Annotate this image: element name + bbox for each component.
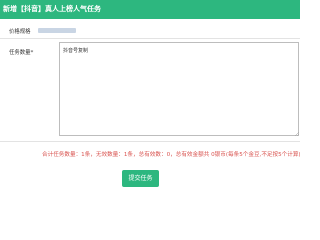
row-divider xyxy=(0,141,300,142)
resize-grip-icon[interactable] xyxy=(294,131,299,136)
quantity-label: 任务数量* xyxy=(9,50,34,56)
dialog-title: 新增【抖音】真人上榜人气任务 xyxy=(0,0,300,19)
price-label: 价格规格 xyxy=(9,29,31,35)
price-input[interactable] xyxy=(38,24,98,36)
submit-task-button[interactable]: 提交任务 xyxy=(122,170,159,187)
douyin-id-textarea[interactable] xyxy=(59,42,299,136)
task-summary-text: 合计任务数量：1条，无效数量：1条，总有效数：0，总有效金额共 0银币(每条5个… xyxy=(42,152,300,158)
row-divider xyxy=(0,38,300,39)
